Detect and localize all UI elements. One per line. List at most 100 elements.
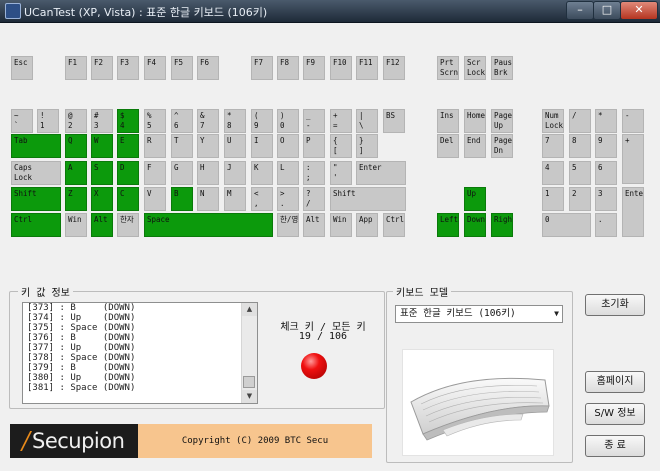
key-3[interactable]: 3: [595, 187, 617, 211]
scroll-up-icon[interactable]: ▲: [242, 303, 257, 316]
key-[interactable]: /: [569, 109, 591, 133]
key--[interactable]: < ,: [251, 187, 273, 211]
key-p[interactable]: P: [303, 134, 325, 158]
key--[interactable]: -: [622, 109, 644, 133]
key-ctrl[interactable]: Ctrl: [11, 213, 61, 237]
key-ins[interactable]: Ins: [437, 109, 459, 133]
key-[interactable]: *: [595, 109, 617, 133]
key-alt[interactable]: Alt: [91, 213, 113, 237]
key-z[interactable]: Z: [65, 187, 87, 211]
key-scr-lock[interactable]: Scr Lock: [464, 56, 486, 80]
key-v[interactable]: V: [144, 187, 166, 211]
key-m[interactable]: M: [224, 187, 246, 211]
key--9[interactable]: ( 9: [251, 109, 273, 133]
key-alt[interactable]: Alt: [303, 213, 325, 237]
key-2[interactable]: 2: [569, 187, 591, 211]
key-f2[interactable]: F2: [91, 56, 113, 80]
key-page-up[interactable]: Page Up: [491, 109, 513, 133]
key--[interactable]: + =: [330, 109, 352, 133]
key--8[interactable]: * 8: [224, 109, 246, 133]
keyboard-model-select[interactable]: 표준 한글 키보드 (106키) ▼: [395, 305, 563, 323]
key-5[interactable]: 5: [569, 161, 591, 185]
key-j[interactable]: J: [224, 161, 246, 185]
key-l[interactable]: L: [277, 161, 299, 185]
key-s[interactable]: S: [91, 161, 113, 185]
key-tab[interactable]: Tab: [11, 134, 61, 158]
key-right[interactable]: Right: [491, 213, 513, 237]
key--0[interactable]: ) 0: [277, 109, 299, 133]
key-i[interactable]: I: [251, 134, 273, 158]
key--[interactable]: : ;: [303, 161, 325, 185]
key-esc[interactable]: Esc: [11, 56, 33, 80]
close-button[interactable]: ✕: [620, 1, 658, 20]
sw-info-button[interactable]: S/W 정보: [585, 403, 645, 425]
key-x[interactable]: X: [91, 187, 113, 211]
key-ctrl[interactable]: Ctrl: [383, 213, 405, 237]
key-f8[interactable]: F8: [277, 56, 299, 80]
key-page-dn[interactable]: Page Dn: [491, 134, 513, 158]
key--[interactable]: } ]: [356, 134, 378, 158]
key-app[interactable]: App: [356, 213, 378, 237]
key-f9[interactable]: F9: [303, 56, 325, 80]
key-space[interactable]: Space: [144, 213, 273, 237]
key-f11[interactable]: F11: [356, 56, 378, 80]
key--[interactable]: ? /: [303, 187, 325, 211]
maximize-button[interactable]: □: [593, 1, 621, 20]
key-win[interactable]: Win: [330, 213, 352, 237]
key-f5[interactable]: F5: [171, 56, 193, 80]
key-end[interactable]: End: [464, 134, 486, 158]
homepage-button[interactable]: 홈페이지: [585, 371, 645, 393]
key--[interactable]: " ': [330, 161, 352, 185]
key--1[interactable]: ! 1: [37, 109, 59, 133]
key-k[interactable]: K: [251, 161, 273, 185]
key--3[interactable]: # 3: [91, 109, 113, 133]
key-enter[interactable]: Enter: [622, 187, 644, 237]
key-shift[interactable]: Shift: [11, 187, 61, 211]
key-y[interactable]: Y: [197, 134, 219, 158]
key-enter[interactable]: Enter: [356, 161, 406, 185]
key-prt-scrn[interactable]: Prt Scrn: [437, 56, 459, 80]
key-h[interactable]: H: [197, 161, 219, 185]
key-7[interactable]: 7: [542, 134, 564, 158]
key--[interactable]: ~ `: [11, 109, 33, 133]
key-paus-brk[interactable]: Paus Brk: [491, 56, 513, 80]
key-한영[interactable]: 한/영: [277, 213, 299, 237]
key-t[interactable]: T: [171, 134, 193, 158]
key-f4[interactable]: F4: [144, 56, 166, 80]
scroll-down-icon[interactable]: ▼: [242, 390, 257, 403]
key-f10[interactable]: F10: [330, 56, 352, 80]
key-[interactable]: .: [595, 213, 617, 237]
key--2[interactable]: @ 2: [65, 109, 87, 133]
key--7[interactable]: & 7: [197, 109, 219, 133]
chevron-down-icon[interactable]: ▼: [554, 306, 559, 322]
key-num-lock[interactable]: Num Lock: [542, 109, 564, 133]
key-f6[interactable]: F6: [197, 56, 219, 80]
key-e[interactable]: E: [117, 134, 139, 158]
key-f7[interactable]: F7: [251, 56, 273, 80]
key-bs[interactable]: BS: [383, 109, 405, 133]
key-1[interactable]: 1: [542, 187, 564, 211]
key--[interactable]: { [: [330, 134, 352, 158]
key-caps-lock[interactable]: Caps Lock: [11, 161, 61, 185]
key--[interactable]: > .: [277, 187, 299, 211]
key-b[interactable]: B: [171, 187, 193, 211]
key-0[interactable]: 0: [542, 213, 591, 237]
key-n[interactable]: N: [197, 187, 219, 211]
key-4[interactable]: 4: [542, 161, 564, 185]
key-o[interactable]: O: [277, 134, 299, 158]
key--5[interactable]: % 5: [144, 109, 166, 133]
key-left[interactable]: Left: [437, 213, 459, 237]
key-q[interactable]: Q: [65, 134, 87, 158]
scroll-thumb[interactable]: [243, 376, 255, 388]
key--[interactable]: | \: [356, 109, 378, 133]
key-d[interactable]: D: [117, 161, 139, 185]
key-9[interactable]: 9: [595, 134, 617, 158]
key-c[interactable]: C: [117, 187, 139, 211]
title-bar[interactable]: UCanTest (XP, Vista) : 표준 한글 키보드 (106키) …: [0, 0, 660, 23]
key-a[interactable]: A: [65, 161, 87, 185]
key-log-list[interactable]: [373] : B (DOWN) [374] : Up (DOWN) [375] :…: [22, 302, 258, 404]
key--4[interactable]: $ 4: [117, 109, 139, 133]
key-한자[interactable]: 한자: [117, 213, 139, 237]
key---[interactable]: _ -: [303, 109, 325, 133]
key-shift[interactable]: Shift: [330, 187, 406, 211]
